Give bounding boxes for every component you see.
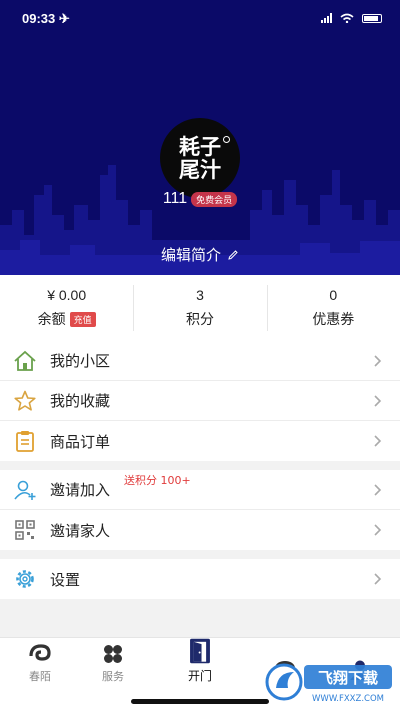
swirl-icon [29, 644, 51, 661]
star-icon [12, 389, 38, 413]
coupons-label: 优惠券 [312, 312, 355, 328]
watermark-text: 飞翔下载 [318, 669, 378, 687]
tab-open-door[interactable]: 开门 [160, 638, 240, 688]
edit-profile-label: 编辑简介 [160, 246, 221, 264]
account-stats: ¥ 0.00 余额 充值 3 积分 0 优惠券 [0, 275, 400, 341]
avatar[interactable]: 耗子尾汁 [160, 118, 240, 198]
menu-group-invite: 邀请加入 送积分 100+ 邀请家人 [0, 470, 400, 550]
stat-balance[interactable]: ¥ 0.00 余额 充值 [0, 275, 133, 341]
balance-value: ¥ 0.00 [47, 287, 87, 303]
gear-icon [12, 567, 38, 591]
tab-services[interactable]: 服务 [73, 638, 153, 688]
coupons-value: 0 [329, 287, 338, 303]
username-row: 111 免费会员 [0, 190, 400, 208]
member-badge: 免费会员 [191, 191, 238, 207]
menu-item-invite-family[interactable]: 邀请家人 [0, 510, 400, 550]
tab-label: 服务 [102, 670, 124, 683]
chevron-right-icon [374, 573, 382, 585]
tab-label: 春陌 [29, 670, 51, 683]
tab-label: 开门 [187, 669, 212, 683]
menu-item-invite-join[interactable]: 邀请加入 送积分 100+ [0, 470, 400, 510]
qr-code-icon [12, 518, 38, 542]
clipboard-icon [12, 429, 38, 453]
menu-label: 设置 [50, 570, 81, 589]
stat-points[interactable]: 3 积分 [133, 275, 266, 341]
recharge-button[interactable]: 充值 [69, 311, 96, 327]
cell-signal-icon [321, 13, 332, 23]
site-watermark: 飞翔下载 WWW.FXXZ.COM [265, 663, 392, 704]
chevron-right-icon [374, 435, 382, 447]
pencil-icon [228, 249, 238, 260]
status-time: 09:33 ✈ [22, 11, 70, 26]
points-value: 3 [196, 287, 204, 303]
wifi-icon [340, 13, 354, 23]
door-icon [190, 638, 210, 664]
menu-label: 商品订单 [50, 432, 111, 451]
reward-points-tag: 送积分 100+ [124, 474, 191, 487]
profile-header: 09:33 ✈ 耗子尾汁 111 免费会员 编辑简介 [0, 0, 400, 275]
menu-item-orders[interactable]: 商品订单 [0, 421, 400, 461]
menu-item-favorites[interactable]: 我的收藏 [0, 381, 400, 421]
home-indicator [131, 699, 269, 704]
menu-item-settings[interactable]: 设置 [0, 559, 400, 599]
chevron-right-icon [374, 355, 382, 367]
menu-item-my-community[interactable]: 我的小区 [0, 341, 400, 381]
battery-icon [362, 13, 382, 23]
status-bar: 09:33 ✈ [0, 0, 400, 36]
menu-group-settings: 设置 [0, 559, 400, 599]
menu-group-main: 我的小区 我的收藏 商品订单 [0, 341, 400, 461]
avatar-logo-text: 耗子尾汁 [179, 134, 221, 182]
add-user-icon [12, 478, 38, 502]
menu-label: 我的小区 [50, 352, 111, 370]
menu-label: 邀请加入 [50, 481, 111, 499]
status-icons [321, 13, 382, 23]
chevron-right-icon [374, 524, 382, 536]
edit-profile-button[interactable]: 编辑简介 [0, 244, 400, 265]
username: 111 [162, 190, 188, 207]
menu-label: 邀请家人 [50, 521, 111, 540]
chevron-right-icon [374, 395, 382, 407]
menu-label: 我的收藏 [50, 392, 111, 410]
stat-coupons[interactable]: 0 优惠券 [266, 275, 400, 341]
chevron-right-icon [374, 484, 382, 496]
house-icon [12, 349, 38, 373]
balance-label: 余额 [37, 312, 66, 328]
tab-chunmo[interactable]: 春陌 [0, 638, 80, 688]
registered-mark-icon [223, 136, 230, 143]
points-label: 积分 [185, 312, 214, 328]
watermark-url: WWW.FXXZ.COM [312, 694, 384, 704]
clover-icon [104, 645, 122, 663]
